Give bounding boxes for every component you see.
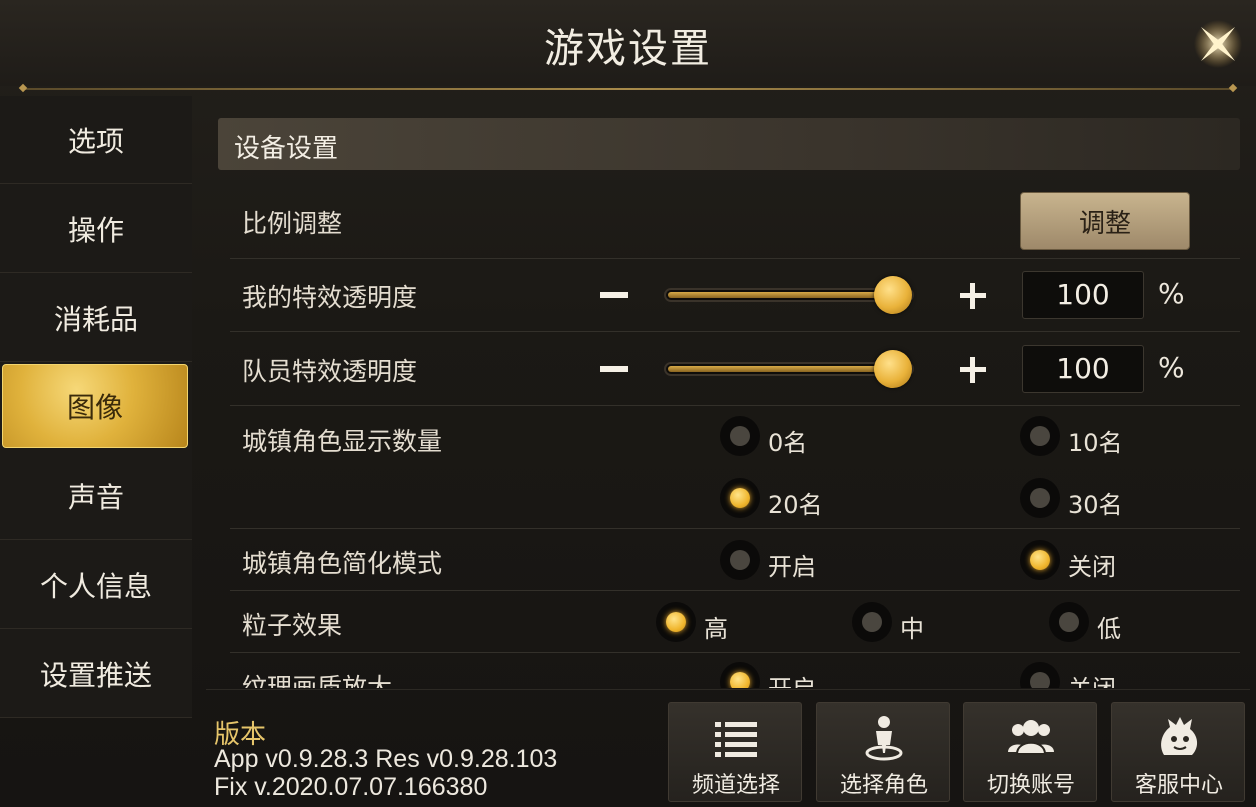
percent-unit: % xyxy=(1158,351,1185,384)
percent-unit: % xyxy=(1158,277,1185,310)
sidebar-item-options[interactable]: 选项 xyxy=(0,96,192,184)
channel-select-label: 频道选择 xyxy=(691,773,780,798)
settings-window: 游戏设置 选项 操作 消耗品 图像 声音 个人信息 设置推送 设备设置 比例调整… xyxy=(0,0,1256,807)
radio-label: 30名 xyxy=(1068,491,1123,519)
radio-label: 关闭 xyxy=(1068,669,1116,688)
header-divider xyxy=(22,88,1234,90)
radio-texture-off[interactable] xyxy=(1020,662,1060,688)
close-button[interactable] xyxy=(1188,14,1248,74)
channel-select-button[interactable]: 频道选择 xyxy=(668,702,802,802)
adjust-button[interactable]: 调整 xyxy=(1020,192,1190,250)
scale-label: 比例调整 xyxy=(242,209,343,238)
sidebar-item-label: 设置推送 xyxy=(39,658,152,692)
town-character-count-label: 城镇角色显示数量 xyxy=(242,427,443,456)
row-divider xyxy=(230,590,1240,591)
radio-10-players[interactable] xyxy=(1020,416,1060,456)
radio-label: 开启 xyxy=(768,669,816,688)
slider-knob[interactable] xyxy=(874,350,912,388)
particle-effect-label: 粒子效果 xyxy=(242,611,343,640)
row-divider xyxy=(230,258,1240,259)
sidebar-item-label: 操作 xyxy=(67,213,124,247)
my-effect-opacity-value[interactable]: 100 xyxy=(1022,271,1144,319)
sidebar-item-profile[interactable]: 个人信息 xyxy=(0,541,192,629)
radio-label: 开启 xyxy=(768,553,816,581)
sidebar-item-label: 声音 xyxy=(67,480,124,514)
my-effect-opacity-label: 我的特效透明度 xyxy=(242,283,418,312)
radio-particle-medium[interactable] xyxy=(852,602,892,642)
texture-upscale-label: 纹理画质放大 xyxy=(242,673,393,688)
switch-account-button[interactable]: 切换账号 xyxy=(963,702,1097,802)
sidebar-item-controls[interactable]: 操作 xyxy=(0,185,192,273)
slider-knob[interactable] xyxy=(874,276,912,314)
party-effect-increase-button[interactable] xyxy=(960,357,986,383)
section-title: 设备设置 xyxy=(234,134,339,164)
radio-label: 中 xyxy=(900,615,924,643)
list-icon xyxy=(715,722,757,757)
adjust-button-label: 调整 xyxy=(1078,208,1131,239)
my-effect-opacity-slider[interactable] xyxy=(664,276,914,314)
sidebar-item-label: 图像 xyxy=(66,391,123,424)
radio-30-players[interactable] xyxy=(1020,478,1060,518)
select-character-label: 选择角色 xyxy=(839,773,928,798)
users-icon xyxy=(1008,720,1054,755)
radio-simplified-on[interactable] xyxy=(720,540,760,580)
radio-label: 高 xyxy=(704,615,728,643)
party-effect-opacity-slider[interactable] xyxy=(664,350,914,388)
radio-simplified-off[interactable] xyxy=(1020,540,1060,580)
radio-label: 0名 xyxy=(768,429,808,457)
sidebar-item-label: 个人信息 xyxy=(39,569,152,603)
row-divider xyxy=(230,405,1240,406)
switch-account-label: 切换账号 xyxy=(986,773,1075,798)
row-divider xyxy=(230,528,1240,529)
version-fix: Fix v.2020.07.07.166380 xyxy=(214,773,488,801)
radio-particle-low[interactable] xyxy=(1049,602,1089,642)
radio-label: 低 xyxy=(1097,615,1121,643)
window-title: 游戏设置 xyxy=(544,26,712,72)
select-character-button[interactable]: 选择角色 xyxy=(816,702,950,802)
mascot-icon xyxy=(1161,717,1198,755)
customer-service-button[interactable]: 客服中心 xyxy=(1111,702,1245,802)
header-bar: 游戏设置 xyxy=(0,0,1256,86)
party-effect-opacity-label: 队员特效透明度 xyxy=(242,357,418,386)
radio-label: 关闭 xyxy=(1068,553,1116,581)
sidebar-item-consumables[interactable]: 消耗品 xyxy=(0,274,192,362)
sidebar: 选项 操作 消耗品 图像 声音 个人信息 设置推送 xyxy=(0,96,192,718)
party-effect-opacity-value[interactable]: 100 xyxy=(1022,345,1144,393)
customer-service-label: 客服中心 xyxy=(1134,773,1223,798)
settings-panel: 设备设置 比例调整 调整 我的特效透明度 100 % 队员特效透明度 100 % xyxy=(206,96,1250,688)
sidebar-item-graphics[interactable]: 图像 xyxy=(2,364,188,448)
radio-label: 10名 xyxy=(1068,429,1123,457)
radio-20-players[interactable] xyxy=(720,478,760,518)
section-header: 设备设置 xyxy=(218,118,1240,170)
radio-0-players[interactable] xyxy=(720,416,760,456)
radio-particle-high[interactable] xyxy=(656,602,696,642)
town-simplified-mode-label: 城镇角色简化模式 xyxy=(242,549,443,578)
radio-label: 20名 xyxy=(768,491,823,519)
close-icon xyxy=(1194,20,1242,68)
sidebar-item-label: 消耗品 xyxy=(53,302,138,336)
my-effect-decrease-button[interactable] xyxy=(600,292,628,298)
version-app-res: App v0.9.28.3 Res v0.9.28.103 xyxy=(214,745,558,773)
sidebar-item-label: 选项 xyxy=(67,124,124,158)
radio-texture-on[interactable] xyxy=(720,662,760,688)
character-pin-icon xyxy=(865,716,903,761)
party-effect-decrease-button[interactable] xyxy=(600,366,628,372)
row-divider xyxy=(230,331,1240,332)
footer-divider xyxy=(206,689,1250,690)
sidebar-item-sound[interactable]: 声音 xyxy=(0,452,192,540)
my-effect-increase-button[interactable] xyxy=(960,283,986,309)
sidebar-item-push[interactable]: 设置推送 xyxy=(0,630,192,718)
row-divider xyxy=(230,652,1240,653)
